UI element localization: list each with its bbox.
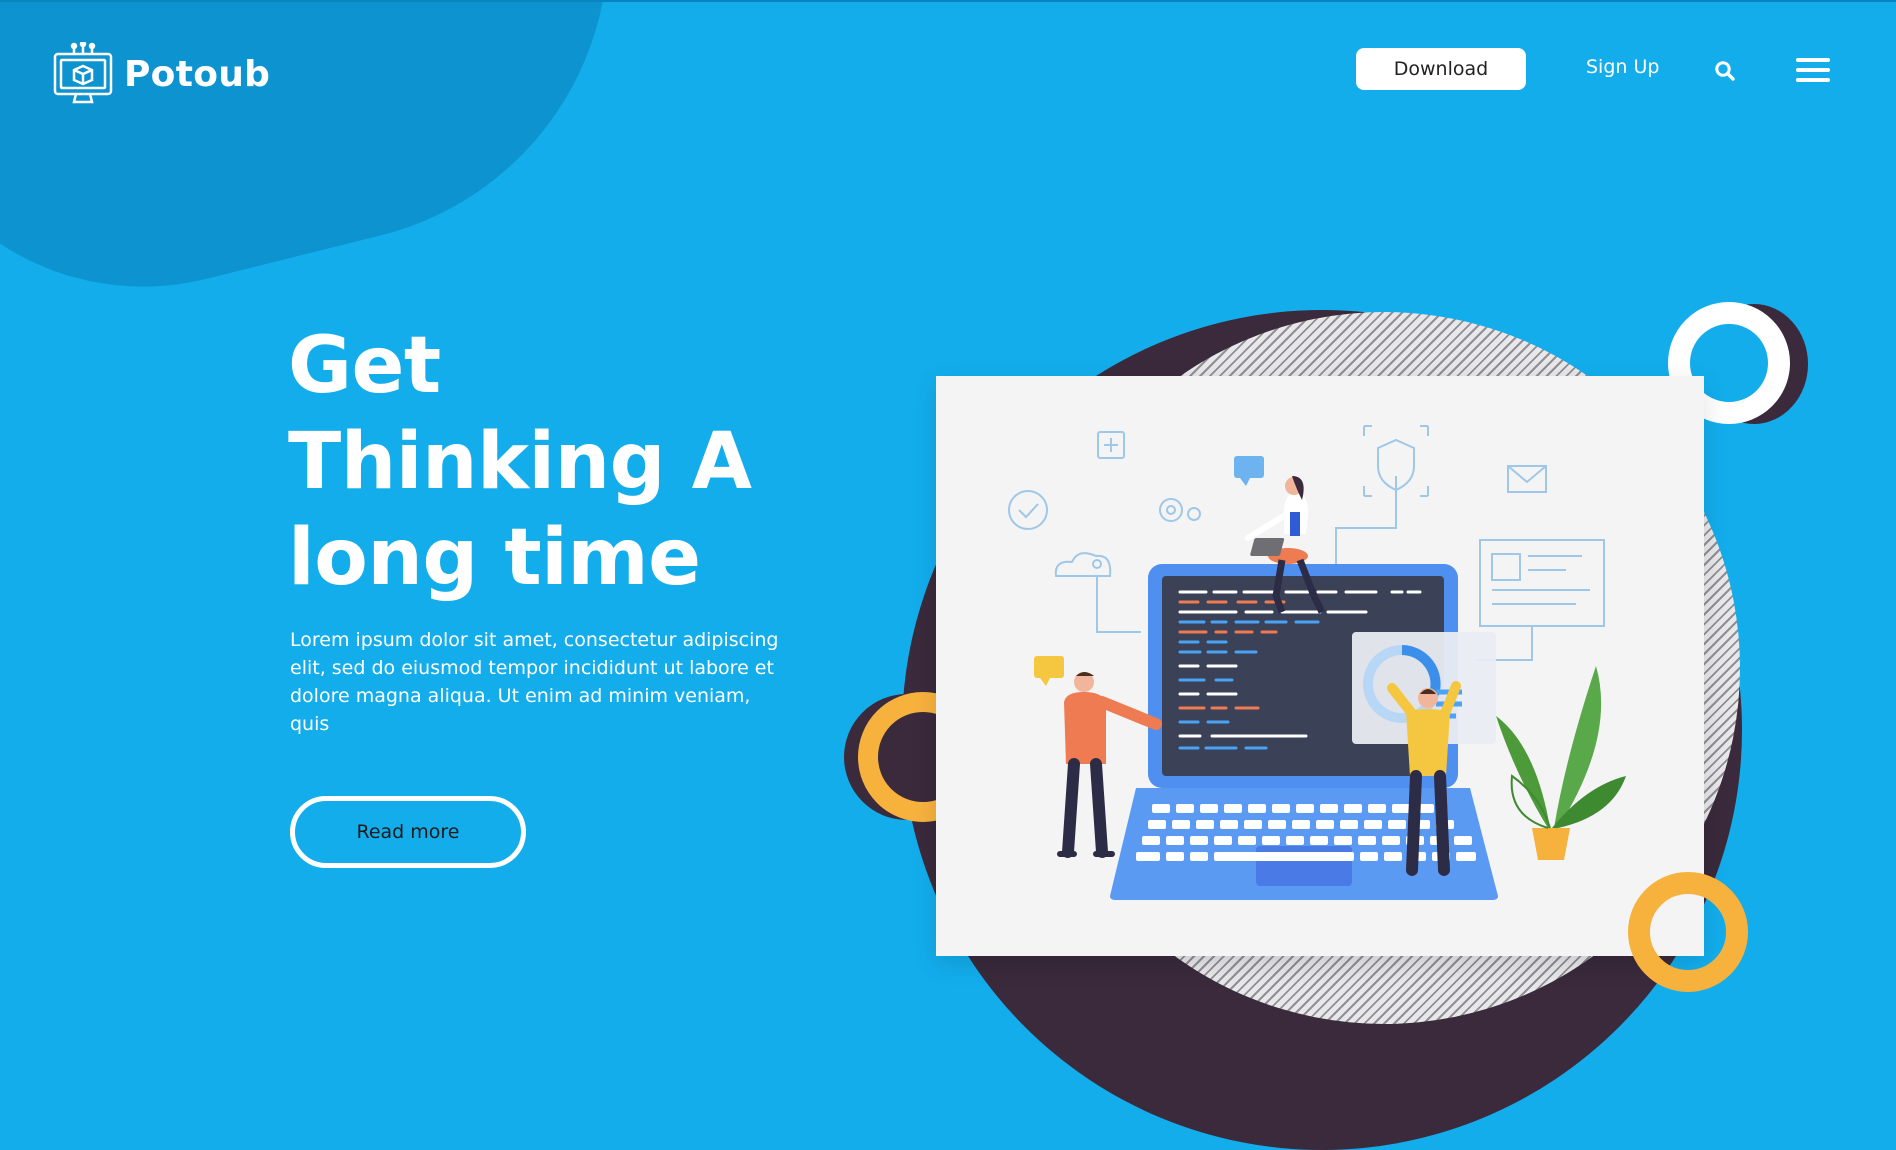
monitor-cube-icon xyxy=(53,42,113,104)
menu-bar xyxy=(1796,68,1830,72)
gear-icon xyxy=(1159,498,1201,522)
read-more-button[interactable]: Read more xyxy=(290,796,526,868)
hero-title-line: Get xyxy=(288,321,441,411)
cloud-icon xyxy=(1054,552,1141,633)
hero-title: Get Thinking A long time xyxy=(288,318,808,606)
orange-ring-shape xyxy=(1628,872,1748,992)
menu-bar xyxy=(1796,58,1830,62)
sign-up-link[interactable]: Sign Up xyxy=(1586,56,1659,78)
brand-logo[interactable]: Potoub xyxy=(52,42,270,106)
top-border xyxy=(0,0,1896,2)
download-button[interactable]: Download xyxy=(1356,48,1526,90)
mail-icon xyxy=(1507,465,1547,493)
people-working-on-laptop-code-illustration xyxy=(1008,425,1626,900)
illustration-card xyxy=(936,376,1704,956)
menu-bar xyxy=(1796,78,1830,82)
hero-title-line: long time xyxy=(288,513,701,603)
check-circle-icon xyxy=(1008,490,1048,530)
hamburger-menu-icon[interactable] xyxy=(1796,58,1830,86)
brand-name: Potoub xyxy=(124,53,271,95)
plant-icon xyxy=(1496,666,1626,860)
hero-title-line: Thinking A xyxy=(288,417,752,507)
search-icon[interactable] xyxy=(1714,60,1736,82)
plus-icon xyxy=(1097,431,1125,459)
hero-description: Lorem ipsum dolor sit amet, consectetur … xyxy=(290,629,779,735)
